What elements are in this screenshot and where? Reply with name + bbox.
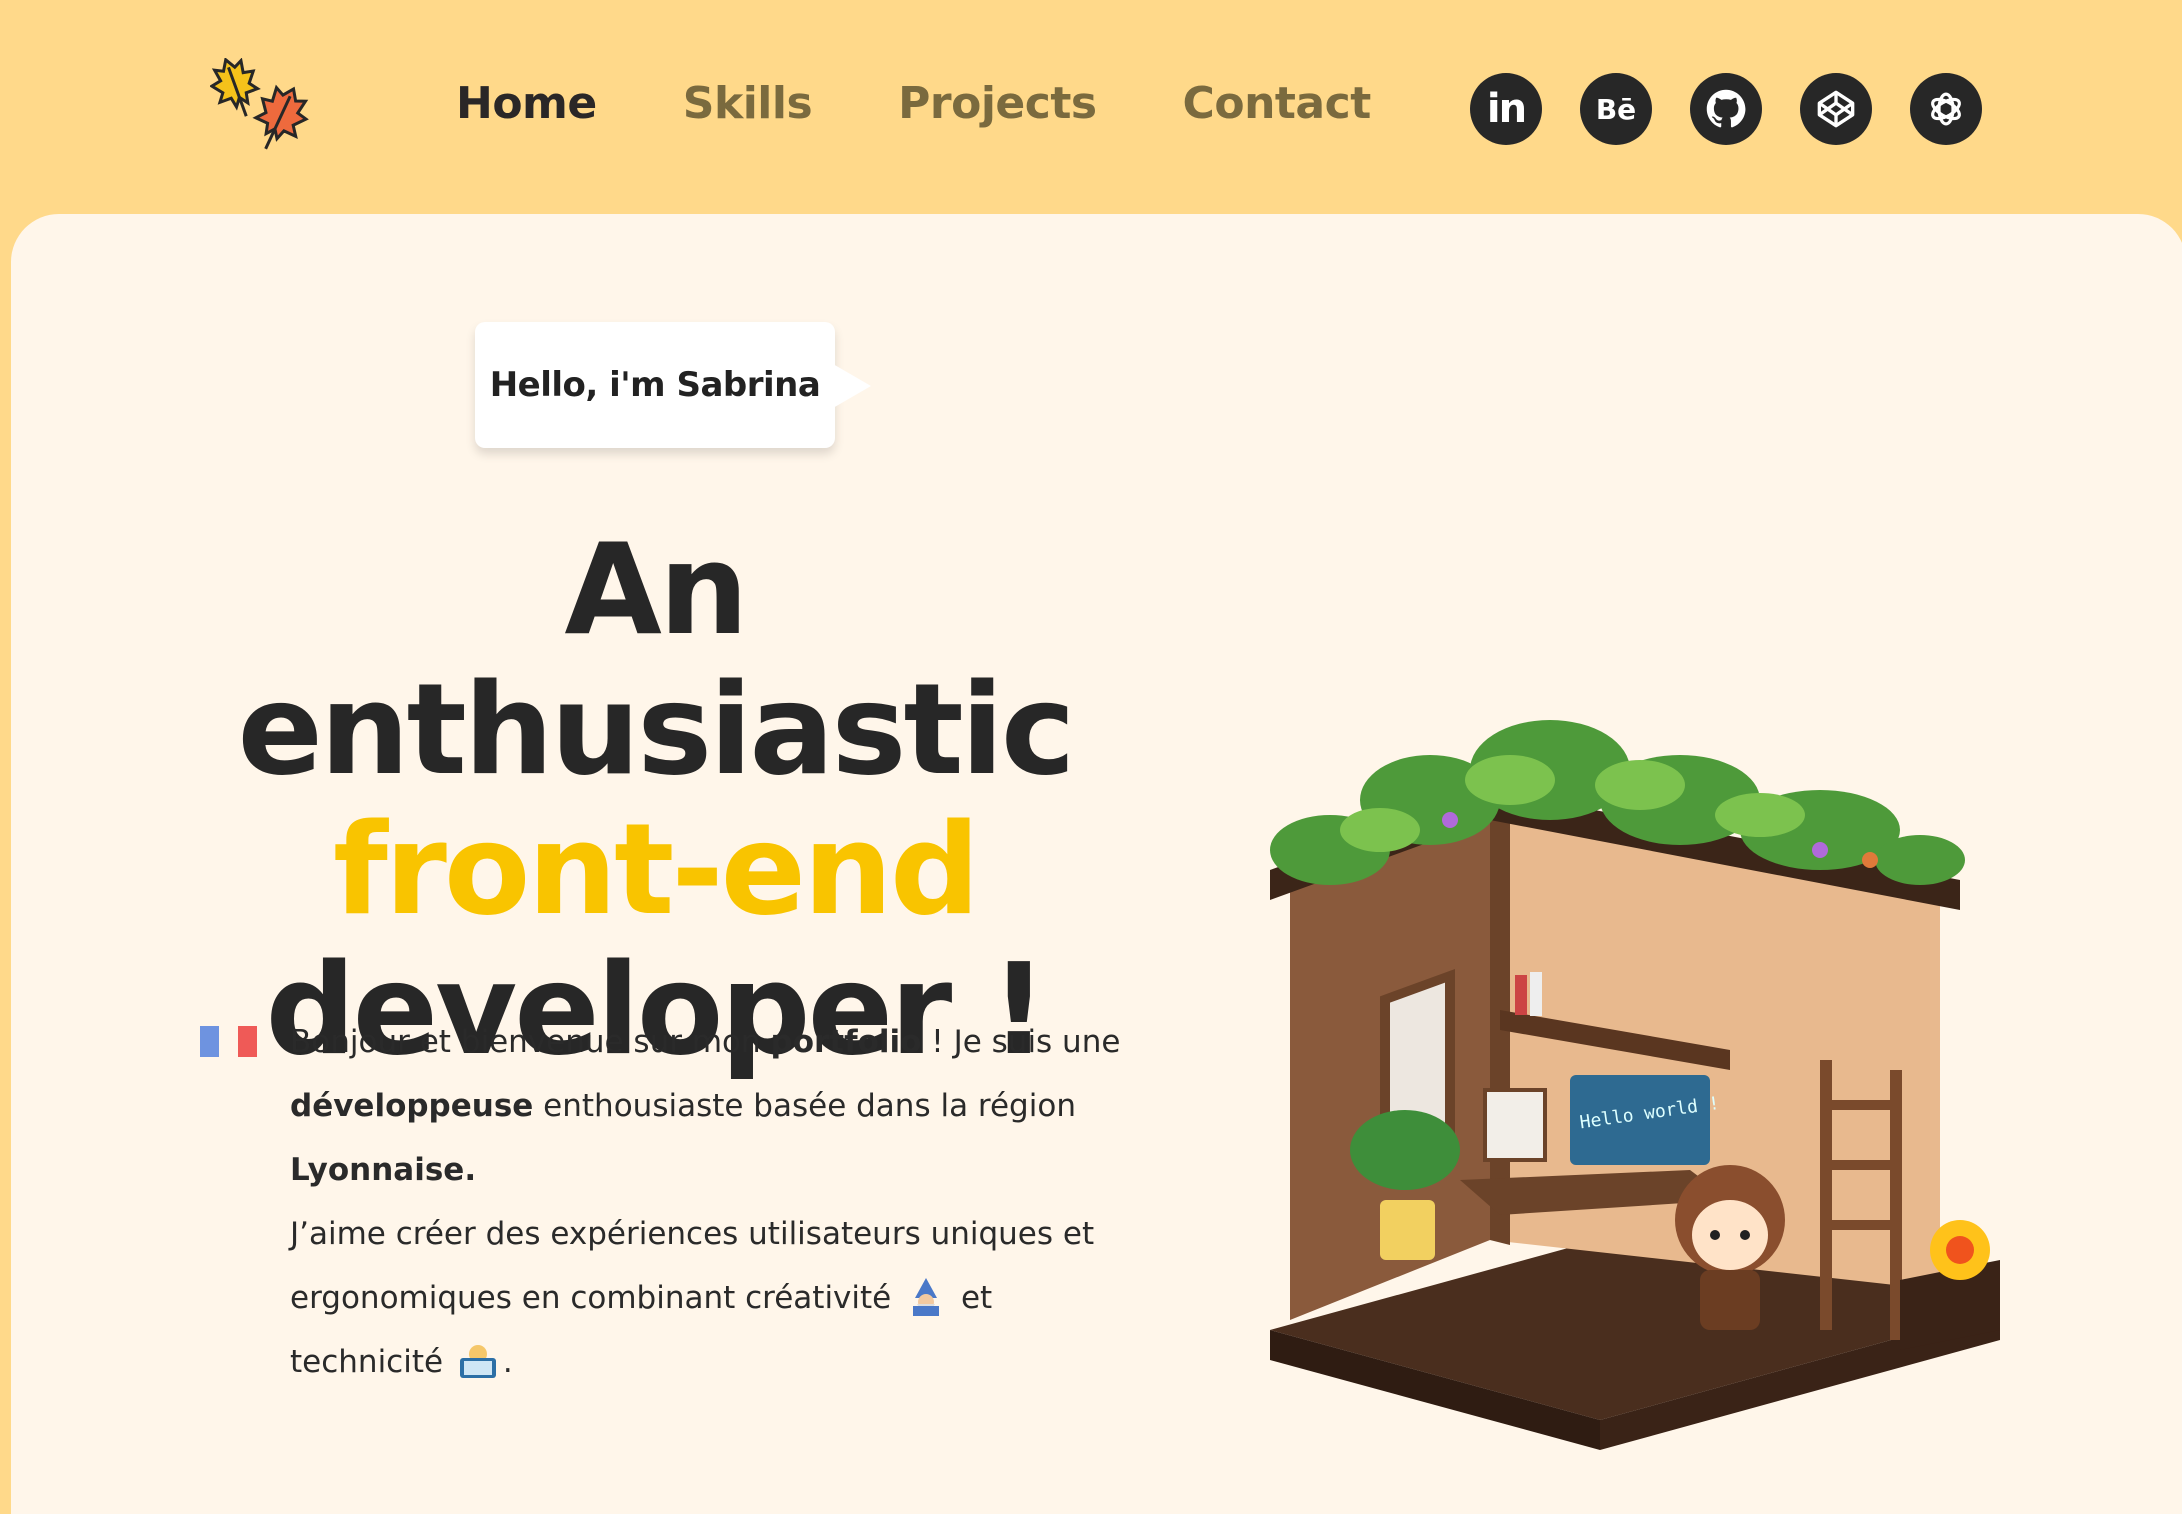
codepen-link[interactable]	[1800, 73, 1872, 145]
greeting-text: Hello, i'm Sabrina	[489, 365, 821, 405]
openai-icon	[1931, 92, 1961, 126]
intro-bold-lyonnaise: Lyonnaise.	[290, 1152, 477, 1188]
intro-text-1: Bonjour et bienvenue sur mon	[290, 1024, 771, 1060]
intro-paragraph: Bonjour et bienvenue sur mon portfolio !…	[290, 1010, 1140, 1394]
french-flag-icon	[200, 1026, 257, 1057]
nav-skills[interactable]: Skills	[683, 78, 813, 129]
intro-bold-portfolio: portfolio	[770, 1024, 922, 1060]
mage-emoji-icon	[913, 1278, 940, 1316]
intro-text-3: enthousiaste basée dans la région	[533, 1088, 1076, 1124]
codepen-icon	[1817, 90, 1855, 128]
nav-projects[interactable]: Projects	[898, 78, 1097, 129]
openai-link[interactable]	[1910, 73, 1982, 145]
hero-headline: An enthusiastic front-end developer !	[130, 520, 1180, 1080]
social-links: in Bē	[1470, 73, 1982, 145]
linkedin-link[interactable]: in	[1470, 73, 1542, 145]
linkedin-icon: in	[1486, 86, 1527, 132]
room-illustration: Hello world !	[1270, 720, 2000, 1450]
nav-home[interactable]: Home	[456, 78, 597, 129]
headline-line-1: An enthusiastic	[237, 516, 1075, 803]
intro-text-2: ! Je suis une	[921, 1024, 1121, 1060]
main-nav: Home Skills Projects Contact	[456, 78, 1371, 129]
technologist-emoji-icon	[459, 1345, 496, 1378]
logo-leaves-icon[interactable]	[210, 58, 315, 158]
intro-text-6: .	[502, 1344, 513, 1380]
behance-link[interactable]: Bē	[1580, 73, 1652, 145]
headline-accent: front-end	[332, 796, 980, 943]
greeting-bubble: Hello, i'm Sabrina	[475, 322, 871, 448]
behance-icon: Bē	[1595, 92, 1637, 126]
github-link[interactable]	[1690, 73, 1762, 145]
github-icon	[1706, 89, 1746, 128]
intro-bold-developpeuse: développeuse	[290, 1088, 534, 1124]
nav-contact[interactable]: Contact	[1183, 78, 1372, 129]
